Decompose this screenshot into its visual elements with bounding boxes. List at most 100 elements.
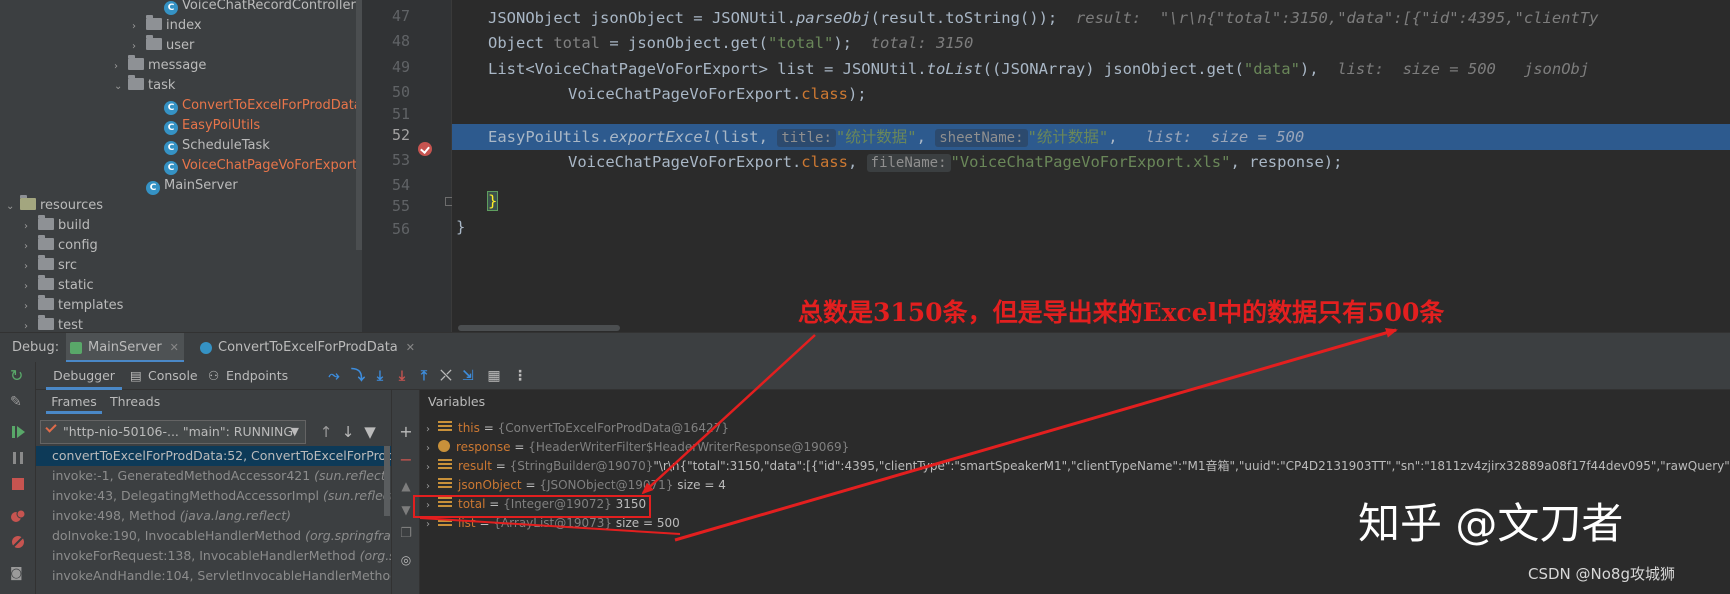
- zhihu-watermark: 知乎 @文刀者: [1358, 499, 1624, 548]
- chevron-right-icon[interactable]: ›: [132, 37, 146, 57]
- variable-name: jsonObject: [458, 478, 522, 492]
- variables-side-toolbar: + − ▲ ▼ ❐ ◎: [392, 390, 420, 594]
- tree-item-label: VoiceChatRecordController: [182, 0, 356, 13]
- tree-item[interactable]: › user: [132, 35, 194, 57]
- mute-breakpoints-icon[interactable]: [10, 534, 26, 550]
- stack-frame-row[interactable]: invokeForRequest:138, InvocableHandlerMe…: [36, 546, 391, 566]
- force-step-into-icon[interactable]: ⤓: [394, 368, 410, 384]
- close-icon[interactable]: ✕: [170, 341, 179, 354]
- stack-frame-row[interactable]: invokeAndHandle:104, ServletInvocableHan…: [36, 566, 392, 586]
- stack-frame-row[interactable]: invoke:43, DelegatingMethodAccessorImpl …: [36, 486, 391, 506]
- step-over-icon[interactable]: ⤵: [350, 368, 366, 384]
- tree-item[interactable]: ⌄ resources: [6, 195, 103, 217]
- stack-frame-row[interactable]: invoke:498, Method (java.lang.reflect): [36, 506, 391, 526]
- tree-item[interactable]: C VoiceChatPageVoForExport: [150, 156, 357, 176]
- tab-endpoints[interactable]: ⚇ Endpoints: [208, 362, 288, 390]
- thread-dropdown[interactable]: "http-nio-50106-... "main": RUNNING ▼: [40, 420, 306, 444]
- line-number: 49: [391, 58, 410, 76]
- equals-sign: =: [475, 516, 494, 530]
- stack-frame-row[interactable]: doInvoke:190, InvocableHandlerMethod (or…: [36, 526, 391, 546]
- resume-icon[interactable]: [10, 424, 26, 440]
- remove-watch-icon[interactable]: −: [398, 452, 414, 468]
- pause-icon[interactable]: [10, 450, 26, 466]
- debugger-toolbar: Debugger ▤ Console ⚇ Endpoints ⤳ ⤵ ⤓ ⤓ ⤒ ⤬…: [36, 362, 1730, 390]
- show-watches-icon[interactable]: ◎: [398, 552, 414, 568]
- drop-frame-icon[interactable]: ⤬: [438, 368, 454, 384]
- chevron-right-icon[interactable]: ›: [24, 257, 38, 277]
- tree-item[interactable]: › build: [24, 215, 90, 237]
- folder-icon: [38, 255, 54, 270]
- arrow-down-icon[interactable]: ↓: [340, 423, 356, 441]
- close-icon[interactable]: ✕: [406, 341, 415, 354]
- class-icon: C: [164, 121, 178, 135]
- tree-item[interactable]: › test: [24, 315, 83, 332]
- editor-horizontal-scrollbar[interactable]: [458, 325, 620, 331]
- tab-console[interactable]: ▤ Console: [130, 362, 198, 390]
- variable-row[interactable]: › list = {ArrayList@19073} size = 500: [420, 513, 680, 533]
- step-into-icon[interactable]: ⤓: [372, 368, 388, 384]
- tree-item-label: src: [58, 258, 77, 273]
- tab-mainserver[interactable]: MainServer ✕: [66, 333, 184, 363]
- chevron-right-icon[interactable]: ›: [24, 217, 38, 237]
- arrow-up-icon[interactable]: ↑: [318, 423, 334, 441]
- tree-item[interactable]: C VoiceChatRecordController: [150, 0, 356, 16]
- rerun-icon[interactable]: ↻: [10, 368, 26, 384]
- tab-converttoexcelforproddata[interactable]: ConvertToExcelForProdData ✕: [196, 333, 415, 363]
- evaluate-expression-icon[interactable]: ▦: [486, 368, 502, 384]
- tree-item[interactable]: › message: [114, 55, 206, 77]
- tree-item[interactable]: C EasyPoiUtils: [150, 116, 260, 136]
- tab-frames[interactable]: Frames: [46, 390, 102, 414]
- tree-item[interactable]: C ConvertToExcelForProdData: [150, 96, 362, 116]
- tree-item[interactable]: C MainServer: [132, 176, 238, 196]
- code-line-48: Object total = jsonObject.get("total"); …: [488, 34, 974, 52]
- stack-frame-row[interactable]: invoke:-1, GeneratedMethodAccessor421 (s…: [36, 466, 391, 486]
- variable-row[interactable]: › response = {HeaderWriterFilter$HeaderWr…: [420, 437, 849, 457]
- wrench-icon[interactable]: ✎: [10, 394, 26, 410]
- stack-frame-row[interactable]: convertToExcelForProdData:52, ConvertToE…: [36, 446, 392, 466]
- chevron-right-icon[interactable]: ›: [24, 317, 38, 332]
- stack-frame-name: invokeAndHandle:104, ServletInvocableHan…: [52, 568, 392, 583]
- chevron-right-icon[interactable]: ›: [24, 277, 38, 297]
- tree-item[interactable]: › templates: [24, 295, 123, 317]
- view-breakpoints-icon[interactable]: [10, 508, 26, 524]
- add-watch-icon[interactable]: +: [398, 424, 414, 440]
- variable-row[interactable]: › total = {Integer@19072} 3150: [420, 494, 646, 514]
- breakpoint-icon[interactable]: [418, 142, 432, 156]
- tree-item[interactable]: › config: [24, 235, 98, 257]
- stop-icon[interactable]: [10, 476, 26, 492]
- tree-item[interactable]: › index: [132, 15, 202, 37]
- folder-icon: [38, 275, 54, 290]
- tree-item[interactable]: ⌄ task: [114, 75, 175, 97]
- inline-value-hint: result: "\r\n{"total":3150,"data":[{"id"…: [1075, 9, 1599, 27]
- camera-icon[interactable]: ◙: [10, 566, 26, 582]
- variable-row[interactable]: › jsonObject = {JSONObject@19071} size = …: [420, 475, 726, 495]
- variable-row[interactable]: › result = {StringBuilder@19070}"\r\n{"to…: [420, 456, 1730, 476]
- tab-threads[interactable]: Threads: [110, 390, 160, 414]
- filter-icon[interactable]: ▼: [362, 423, 378, 441]
- more-settings-icon[interactable]: ⋮: [512, 368, 528, 384]
- chevron-right-icon[interactable]: ›: [114, 57, 128, 77]
- inline-value-hint: list: size = 500: [1145, 128, 1305, 146]
- duplicate-icon[interactable]: ❐: [398, 526, 414, 542]
- chevron-right-icon[interactable]: ›: [24, 237, 38, 257]
- package-icon: [146, 35, 162, 50]
- tree-item[interactable]: › src: [24, 255, 77, 277]
- chevron-right-icon[interactable]: ›: [420, 515, 438, 535]
- step-out-icon[interactable]: ⤒: [416, 368, 432, 384]
- chevron-down-icon[interactable]: ⌄: [6, 197, 20, 217]
- variable-row[interactable]: › this = {ConvertToExcelForProdData@16427…: [420, 418, 729, 438]
- tree-item[interactable]: C ScheduleTask: [150, 136, 270, 156]
- chevron-down-icon[interactable]: ⌄: [114, 77, 128, 97]
- chevron-right-icon[interactable]: ›: [24, 297, 38, 317]
- code-editor[interactable]: JSONObject jsonObject = JSONUtil.parseOb…: [452, 0, 1730, 332]
- chevron-right-icon[interactable]: ›: [132, 17, 146, 37]
- show-execution-point-icon[interactable]: ⤳: [326, 368, 342, 384]
- move-down-icon[interactable]: ▼: [398, 502, 414, 518]
- move-up-icon[interactable]: ▲: [398, 478, 414, 494]
- frames-scrollbar[interactable]: [384, 446, 390, 516]
- tree-item[interactable]: › static: [24, 275, 94, 297]
- run-to-cursor-icon[interactable]: ⇲: [460, 368, 476, 384]
- tab-debugger[interactable]: Debugger: [46, 362, 122, 390]
- variable-reference: {ConvertToExcelForProdData@16427}: [497, 421, 729, 435]
- stack-frame-name: convertToExcelForProdData:52, ConvertToE…: [52, 448, 392, 463]
